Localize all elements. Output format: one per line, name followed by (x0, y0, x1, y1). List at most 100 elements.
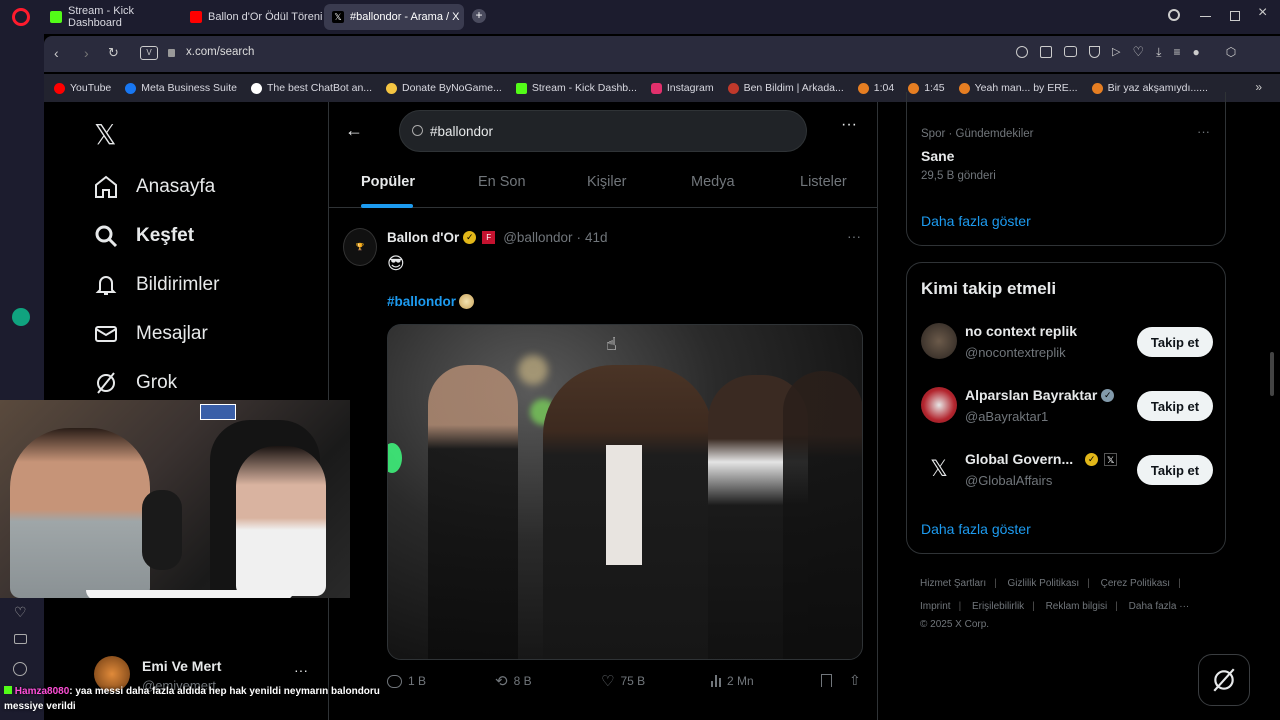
tab-kick-dashboard[interactable]: Stream - Kick Dashboard (42, 4, 180, 30)
tab-ballondor-youtube[interactable]: Ballon d'Or Ödül Töreni (182, 4, 322, 30)
bookmark-label: Instagram (666, 82, 714, 94)
bookmark-chatbot[interactable]: The best ChatBot an... (250, 82, 372, 94)
footer-link[interactable]: Daha fazla ··· (1129, 601, 1190, 612)
verified-icon: ✓ (1101, 388, 1115, 402)
bookmark-instagram[interactable]: Instagram (650, 82, 714, 94)
nav-item-notifications[interactable]: Bildirimler (94, 273, 219, 297)
bookmark-104[interactable]: 1:04 (857, 82, 894, 94)
tab-ballondor-x[interactable]: 𝕏 #ballondor - Arama / X × (324, 4, 481, 30)
maximize-button[interactable] (1230, 11, 1240, 21)
tweet-hashtag[interactable]: #ballondor (387, 294, 475, 309)
kick-icon (515, 82, 527, 94)
nav-item-explore[interactable]: Keşfet (94, 224, 194, 248)
x-logo-icon[interactable]: 𝕏 (94, 118, 117, 151)
footer-link[interactable]: Gizlilik Politikası (1008, 578, 1080, 589)
tab-popular[interactable]: Popüler (361, 174, 415, 190)
chat-username: Hamza8080 (14, 686, 70, 697)
bookmark-icon[interactable] (821, 674, 832, 687)
tab-latest[interactable]: En Son (478, 174, 526, 190)
footer-link[interactable]: Erişilebilirlik (972, 601, 1024, 612)
bynogame-icon (386, 82, 398, 94)
search-box[interactable]: #ballondor (399, 110, 807, 152)
footer-link[interactable]: Çerez Politikası (1101, 578, 1170, 589)
shield-icon[interactable] (1089, 46, 1100, 58)
new-tab-button[interactable]: + (472, 9, 486, 23)
repost-button[interactable]: ⟲ 8 B (495, 672, 532, 690)
tweet-time[interactable]: 41d (585, 230, 608, 245)
image-shirt-center (606, 445, 642, 565)
like-count: 75 B (620, 674, 646, 688)
footer-link[interactable]: Hizmet Şartları (920, 578, 986, 589)
more-options-icon[interactable]: ··· (841, 116, 857, 134)
tab-people[interactable]: Kişiler (587, 174, 626, 190)
tab-search-icon[interactable] (1168, 9, 1180, 21)
more-icon[interactable]: ··· (294, 662, 308, 678)
follow-show-more[interactable]: Daha fazla göster (921, 521, 1031, 537)
play-icon[interactable]: ▷ (1112, 46, 1120, 58)
follow-row[interactable]: 𝕏 Global Govern... ✓ 𝕏 @GlobalAffairs Ta… (907, 447, 1227, 495)
bookmark-label: Meta Business Suite (141, 82, 237, 94)
tweet-handle[interactable]: @ballondor (503, 230, 572, 245)
camera-icon[interactable] (1064, 46, 1077, 57)
back-arrow-icon[interactable]: ← (345, 120, 363, 141)
search-input[interactable]: #ballondor (430, 124, 493, 139)
opera-logo-icon[interactable] (12, 8, 30, 26)
trend-more-icon[interactable]: ··· (1197, 124, 1210, 139)
bookmark-bynogame[interactable]: Donate ByNoGame... (386, 82, 502, 94)
nav-item-home[interactable]: Anasayfa (94, 175, 215, 199)
menu-lines-icon[interactable]: ≡ (1173, 46, 1180, 58)
follow-row[interactable]: no context replik @nocontextreplik Takip… (907, 319, 1227, 367)
nav-item-grok[interactable]: Grok (94, 371, 177, 395)
footer-link[interactable]: Imprint (920, 601, 951, 612)
heart-outline-icon[interactable]: ♡ (1132, 45, 1144, 58)
tweet-avatar[interactable]: 🏆 (343, 228, 377, 266)
close-window-button[interactable]: × (1258, 4, 1267, 22)
follow-button[interactable]: Takip et (1137, 455, 1213, 485)
tab-lists[interactable]: Listeler (800, 174, 847, 190)
follow-row[interactable]: Alparslan Bayraktar ✓ @aBayraktar1 Takip… (907, 383, 1227, 431)
profile-icon[interactable]: ● (1192, 46, 1199, 58)
youtube-icon (54, 82, 65, 94)
display-icon[interactable] (14, 634, 27, 644)
bookmarks-overflow-icon[interactable]: » (1255, 80, 1262, 94)
tab-active-indicator (361, 204, 413, 208)
download-icon[interactable]: ⤓ (1156, 46, 1161, 58)
tweet-image[interactable] (387, 324, 863, 660)
bookmark-meta[interactable]: Meta Business Suite (125, 82, 237, 94)
tweet[interactable]: 🏆 Ballon d'Or ✓ F @ballondor · 41d ··· 😎… (329, 222, 877, 702)
heart-icon[interactable]: ♡ (14, 604, 27, 621)
trend-name[interactable]: Sane (921, 148, 954, 164)
address-bar[interactable]: x.com/search (186, 46, 254, 58)
chatgpt-sidebar-icon[interactable] (12, 308, 30, 326)
repost-icon: ⟲ (495, 673, 508, 690)
views-button[interactable]: 2 Mn (711, 674, 754, 688)
share-icon[interactable]: ⇧ (849, 672, 861, 689)
minimize-button[interactable] (1200, 16, 1211, 17)
footer-link[interactable]: Reklam bilgisi (1046, 601, 1108, 612)
views-count: 2 Mn (727, 674, 754, 688)
tab-media[interactable]: Medya (691, 174, 735, 190)
vpn-badge-icon[interactable]: V (140, 46, 158, 60)
scrollbar-thumb[interactable] (1270, 352, 1274, 396)
grok-floating-button[interactable] (1198, 654, 1250, 706)
extensions-icon[interactable]: ⬡ (1226, 46, 1236, 58)
history-icon[interactable] (13, 662, 27, 676)
tweet-author[interactable]: Ballon d'Or (387, 230, 459, 245)
back-icon[interactable]: ‹ (54, 45, 59, 61)
hashtag-link[interactable]: #ballondor (387, 294, 456, 309)
follow-button[interactable]: Takip et (1137, 391, 1213, 421)
follow-button[interactable]: Takip et (1137, 327, 1213, 357)
trend-show-more[interactable]: Daha fazla göster (921, 213, 1031, 229)
main-column: ← #ballondor ··· Popüler En Son Kişiler … (328, 102, 878, 720)
bookmark-kick[interactable]: Stream - Kick Dashb... (515, 82, 637, 94)
forward-icon[interactable]: › (84, 45, 89, 61)
nav-item-messages[interactable]: Mesajlar (94, 322, 208, 346)
zoom-icon[interactable] (1016, 46, 1028, 58)
bookmark-benbildim[interactable]: Ben Bildim | Arkada... (727, 82, 844, 94)
like-button[interactable]: ♡ 75 B (601, 672, 645, 690)
reload-icon[interactable]: ↻ (108, 45, 119, 61)
bookmark-youtube[interactable]: YouTube (54, 82, 111, 94)
music-icon (857, 82, 869, 94)
edit-icon[interactable] (1040, 46, 1052, 58)
tweet-more-icon[interactable]: ··· (847, 228, 861, 244)
